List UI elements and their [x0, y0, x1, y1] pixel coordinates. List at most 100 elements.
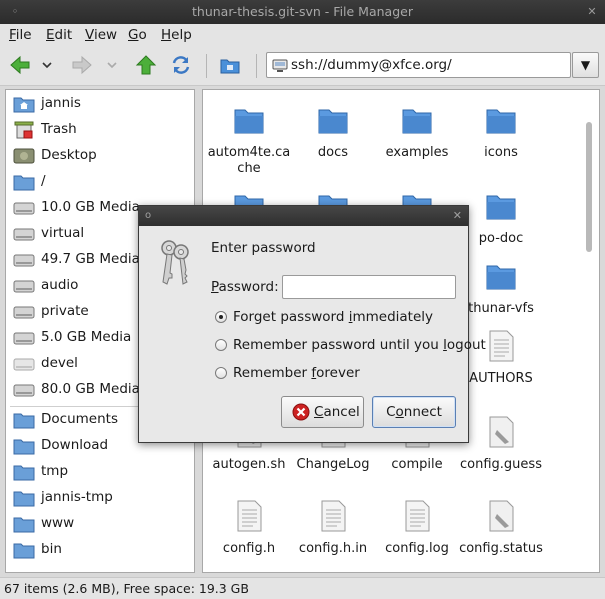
drive-icon: [13, 332, 35, 345]
file-item[interactable]: config.guess: [459, 416, 543, 473]
folder-icon: [13, 517, 35, 533]
window-title: thunar-thesis.git-svn - File Manager: [192, 4, 413, 19]
drive-icon: [13, 358, 35, 371]
folder-icon: [486, 265, 516, 290]
text-file-icon: [321, 500, 346, 532]
menubar: File Edit View Go Help: [0, 24, 605, 46]
forward-history-button[interactable]: [105, 54, 119, 76]
up-button[interactable]: [135, 54, 157, 76]
drive-icon: [13, 280, 35, 293]
trash-icon: [14, 121, 34, 139]
folder-icon: [486, 195, 516, 220]
connect-label: Connect: [386, 404, 442, 420]
reload-icon: [172, 56, 190, 74]
folder-icon: [220, 59, 240, 74]
password-label: Password:: [211, 279, 279, 295]
sidebar-item-bin[interactable]: bin: [10, 538, 190, 562]
menu-help[interactable]: Help: [161, 27, 192, 43]
window-titlebar: ◦ thunar-thesis.git-svn - File Manager ✕: [0, 0, 605, 24]
sidebar-item-jannis-tmp[interactable]: jannis-tmp: [10, 486, 190, 510]
radio-label: Remember password until you logout: [233, 337, 486, 353]
location-mode-button[interactable]: [219, 54, 241, 76]
file-item[interactable]: po-doc: [459, 190, 543, 247]
folder-icon: [13, 439, 35, 455]
dialog-heading: Enter password: [211, 240, 316, 256]
radio-button[interactable]: [215, 367, 227, 379]
desktop-icon: [13, 148, 35, 164]
file-item[interactable]: autom4te.cache: [207, 104, 291, 177]
connect-button[interactable]: Connect: [372, 396, 456, 428]
drive-icon: [13, 384, 35, 397]
file-item[interactable]: examples: [375, 104, 459, 161]
reload-button[interactable]: [170, 54, 192, 76]
file-item[interactable]: config.log: [375, 500, 459, 557]
text-file-icon: [405, 500, 430, 532]
radio-button[interactable]: [215, 339, 227, 351]
file-item[interactable]: config.h.in: [291, 500, 375, 557]
sidebar-item-trash[interactable]: Trash: [10, 118, 190, 142]
drive-icon: [13, 306, 35, 319]
file-item[interactable]: icons: [459, 104, 543, 161]
folder-icon: [318, 109, 348, 134]
statusbar: 67 items (2.6 MB), Free space: 19.3 GB: [0, 577, 605, 599]
folder-icon: [234, 109, 264, 134]
keys-icon: [161, 240, 189, 285]
home-folder-icon: [13, 97, 35, 113]
sidebar-item-root[interactable]: /: [10, 170, 190, 194]
forward-button[interactable]: [71, 54, 93, 76]
menu-edit[interactable]: Edit: [46, 27, 72, 43]
window-menu-icon[interactable]: ◦: [8, 5, 22, 19]
folder-icon: [13, 465, 35, 481]
close-window-icon[interactable]: ✕: [585, 5, 599, 19]
dialog-menu-icon[interactable]: o: [145, 210, 151, 221]
folder-icon: [402, 109, 432, 134]
file-item[interactable]: config.h: [207, 500, 291, 557]
sidebar-item-www[interactable]: www: [10, 512, 190, 536]
chevron-down-icon: [107, 62, 117, 69]
location-text: ssh://dummy@xfce.org/: [291, 57, 452, 73]
toolbar-separator: [256, 54, 257, 78]
up-arrow-icon: [135, 55, 157, 75]
vertical-scrollbar[interactable]: [583, 92, 597, 570]
location-entry[interactable]: ssh://dummy@xfce.org/: [266, 52, 571, 78]
forward-arrow-icon: [72, 55, 92, 75]
drive-icon: [13, 254, 35, 267]
drive-icon: [13, 202, 35, 215]
cancel-icon: [292, 403, 310, 421]
text-file-icon: [237, 500, 262, 532]
cancel-label: Cancel: [314, 404, 360, 420]
folder-icon: [13, 175, 35, 191]
chevron-down-icon: ▼: [580, 58, 591, 72]
scrollbar-thumb[interactable]: [586, 122, 592, 252]
chevron-down-icon: [42, 62, 52, 69]
folder-icon: [13, 491, 35, 507]
folder-icon: [13, 413, 35, 429]
radio-label: Forget password immediately: [233, 309, 434, 325]
menu-file[interactable]: File: [9, 27, 32, 43]
cancel-button[interactable]: Cancel: [281, 396, 364, 428]
radio-label: Remember forever: [233, 365, 360, 381]
sidebar-item-tmp[interactable]: tmp: [10, 460, 190, 484]
menu-view[interactable]: View: [85, 27, 117, 43]
back-history-button[interactable]: [40, 54, 54, 76]
file-item[interactable]: docs: [291, 104, 375, 161]
network-drive-icon: [272, 59, 288, 72]
menu-go[interactable]: Go: [128, 27, 147, 43]
file-item[interactable]: thunar-vfs: [459, 260, 543, 317]
dialog-titlebar: o ✕: [139, 206, 468, 226]
password-input[interactable]: [282, 275, 456, 299]
back-button[interactable]: [9, 54, 31, 76]
script-file-icon: [489, 416, 514, 448]
file-item[interactable]: config.status: [459, 500, 543, 557]
status-text: 67 items (2.6 MB), Free space: 19.3 GB: [4, 581, 249, 596]
back-arrow-icon: [10, 55, 30, 75]
sidebar-item-desktop[interactable]: Desktop: [10, 144, 190, 168]
radio-button-selected[interactable]: [215, 311, 227, 323]
text-file-icon: [489, 330, 514, 362]
location-dropdown-button[interactable]: ▼: [572, 52, 599, 78]
dialog-close-icon[interactable]: ✕: [453, 209, 462, 222]
script-file-icon: [489, 500, 514, 532]
drive-icon: [13, 228, 35, 241]
sidebar-item-jannis[interactable]: jannis: [10, 92, 190, 116]
toolbar-separator: [206, 54, 207, 78]
